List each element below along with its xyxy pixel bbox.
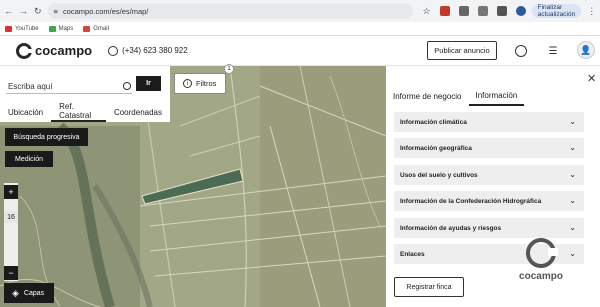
tab-ref-catastral[interactable]: Ref. Catastral [51, 102, 106, 122]
section-geographic[interactable]: Información geográfica ⌄ [394, 138, 584, 158]
globe-icon[interactable] [515, 45, 527, 57]
tab-business-report[interactable]: Informe de negocio [386, 86, 469, 106]
zoom-out-button[interactable]: − [4, 266, 18, 280]
search-panel: Escriba aquí Ir Ubicación Ref. Catastral… [0, 66, 170, 122]
user-account-icon[interactable]: 👤 [577, 41, 595, 59]
update-button[interactable]: Finalizar actualización [531, 4, 582, 18]
filters-count-badge: 1 [224, 64, 234, 74]
close-icon[interactable]: ✕ [587, 72, 596, 85]
site-header: cocampo (+34) 623 380 922 Publicar anunc… [0, 36, 600, 66]
tab-coordenadas[interactable]: Coordenadas [106, 102, 170, 122]
chevron-down-icon: ⌄ [569, 196, 576, 205]
chevron-down-icon: ⌄ [569, 117, 576, 126]
site-info-icon[interactable]: ≡ [54, 7, 58, 16]
go-button[interactable]: Ir [136, 76, 161, 91]
chevron-down-icon: ⌄ [569, 170, 576, 179]
youtube-icon [5, 25, 12, 32]
info-icon: i [183, 79, 192, 88]
publish-listing-button[interactable]: Publicar anuncio [427, 41, 497, 60]
bookmark-gmail[interactable]: Gmail [83, 25, 109, 32]
extension-icon[interactable] [439, 6, 450, 16]
register-farm-button[interactable]: Registrar finca [394, 277, 464, 297]
section-land-use[interactable]: Usos del suelo y cultivos ⌄ [394, 165, 584, 185]
reading-list-icon[interactable] [477, 6, 488, 16]
browser-toolbar: ← → ↻ ≡ cocampo.com/es/es/map/ ☆ Finaliz… [0, 0, 600, 22]
zoom-level: 16 [4, 211, 18, 223]
filters-button[interactable]: i Filtros [174, 73, 226, 94]
url-text: cocampo.com/es/es/map/ [62, 6, 149, 16]
bookmark-youtube[interactable]: YouTube [5, 25, 39, 32]
search-input[interactable]: Escriba aquí [8, 82, 52, 91]
chevron-down-icon: ⌄ [569, 249, 576, 258]
back-icon[interactable]: ← [4, 5, 13, 17]
layers-button[interactable]: ◈ Capas [4, 283, 54, 303]
panel-tabs: Informe de negocio Información [386, 86, 600, 106]
more-menu-icon[interactable]: ⋮ [587, 5, 596, 17]
section-hydrographic[interactable]: Información de la Confederación Hidrográ… [394, 191, 584, 211]
section-climate[interactable]: Información climática ⌄ [394, 112, 584, 132]
progressive-search-button[interactable]: Búsqueda progresiva [5, 128, 88, 146]
tab-information[interactable]: Información [468, 86, 525, 106]
forward-icon[interactable]: → [19, 5, 28, 17]
logo-mark-icon [16, 42, 32, 59]
search-underline [6, 93, 132, 94]
hamburger-menu-icon[interactable]: ☰ [547, 45, 559, 57]
maps-icon [48, 25, 56, 32]
profile-icon[interactable] [515, 6, 526, 16]
layers-icon: ◈ [12, 287, 19, 298]
watermark-logo-icon [526, 238, 558, 268]
search-icon[interactable] [123, 82, 131, 90]
reload-icon[interactable]: ↻ [34, 5, 42, 17]
info-panel: ✕ Informe de negocio Información Informa… [386, 66, 600, 307]
sidebar-icon[interactable] [496, 6, 507, 16]
phone-contact[interactable]: (+34) 623 380 922 [108, 45, 188, 56]
logo[interactable]: cocampo [16, 42, 92, 59]
section-aid-risks[interactable]: Información de ayudas y riesgos ⌄ [394, 218, 584, 238]
puzzle-icon[interactable] [458, 6, 469, 16]
star-icon[interactable]: ☆ [423, 6, 431, 17]
address-bar[interactable]: ≡ cocampo.com/es/es/map/ [47, 3, 413, 19]
search-tabs: Ubicación Ref. Catastral Coordenadas [0, 102, 170, 122]
bookmark-maps[interactable]: Maps [48, 25, 73, 32]
chevron-down-icon: ⌄ [569, 223, 576, 232]
whatsapp-icon [108, 45, 119, 56]
zoom-in-button[interactable]: + [4, 185, 18, 199]
tab-ubicacion[interactable]: Ubicación [0, 102, 51, 122]
gmail-icon [83, 25, 91, 32]
chevron-down-icon: ⌄ [569, 143, 576, 152]
measure-button[interactable]: Medición [5, 151, 53, 167]
bookmarks-bar: YouTube Maps Gmail [0, 22, 600, 36]
watermark-logo: cocampo [517, 238, 565, 290]
